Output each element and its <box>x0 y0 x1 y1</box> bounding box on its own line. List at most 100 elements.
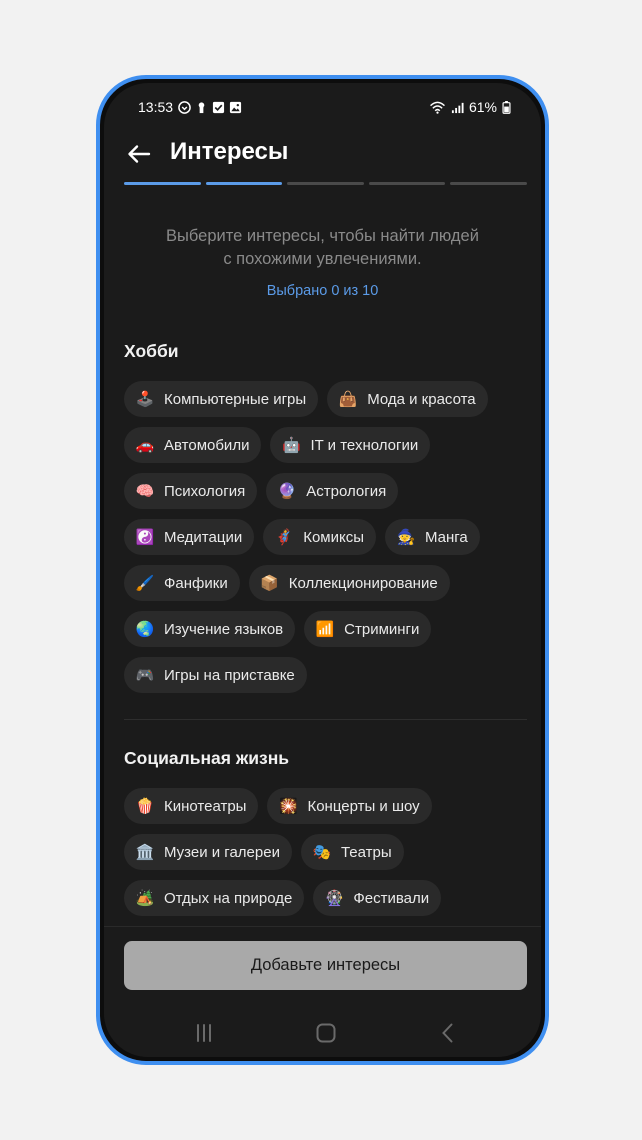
interest-chip[interactable]: 🖌️ Фанфики <box>124 565 240 601</box>
vpn-icon <box>178 100 191 114</box>
crystal-ball-icon: 🔮 <box>277 482 297 500</box>
interest-chip-label: Изучение языков <box>164 620 284 638</box>
back-nav-icon[interactable] <box>436 1021 460 1045</box>
battery-percent: 61% <box>468 99 497 115</box>
interest-chip[interactable]: 🏛️ Музеи и галереи <box>124 834 292 870</box>
popcorn-icon: 🍿 <box>135 797 155 815</box>
interest-chip[interactable]: 🎇 Концерты и шоу <box>267 788 432 824</box>
app-screen: 13:53 61% Интересы Выберите интересы, чт… <box>104 83 541 1057</box>
interest-chip-label: Астрология <box>306 482 387 500</box>
top-bar: Интересы <box>104 133 541 173</box>
interest-chip[interactable]: 🚗 Автомобили <box>124 427 262 463</box>
interest-chip[interactable]: 🎮 Игры на приставке <box>124 657 307 693</box>
page-title: Интересы <box>170 138 289 165</box>
interest-chip[interactable]: 🔮 Астрология <box>266 473 399 509</box>
interest-chip[interactable]: ☯️ Медитации <box>124 519 255 555</box>
interest-chip[interactable]: 🤖 IT и технологии <box>270 427 431 463</box>
globe-icon: 🌏 <box>135 620 155 638</box>
keyhole-icon <box>198 101 205 113</box>
interest-chip-label: Психология <box>164 482 246 500</box>
add-interests-button[interactable]: Добавьте интересы <box>124 941 527 990</box>
interest-chip-label: Коллекционирование <box>288 574 438 592</box>
ferris-wheel-icon: 🎡 <box>324 889 344 907</box>
signal-icon <box>451 102 464 113</box>
handbag-icon: 👜 <box>338 390 358 408</box>
section-title: Социальная жизнь <box>124 748 290 768</box>
progress-segment <box>368 182 446 185</box>
status-time: 13:53 <box>138 99 174 115</box>
system-navigation-bar <box>104 1019 541 1049</box>
interest-chip-label: Отдых на природе <box>164 889 293 907</box>
box-icon: 📦 <box>260 574 280 592</box>
interest-chip-label: Фанфики <box>164 574 228 592</box>
interest-chip[interactable]: 🎡 Фестивали <box>313 880 442 916</box>
interest-chip-label: Компьютерные игры <box>164 390 307 408</box>
wifi-icon <box>429 101 445 114</box>
interest-chip[interactable]: 📶 Стриминги <box>304 611 432 647</box>
interest-chip[interactable]: 🌏 Изучение языков <box>124 611 296 647</box>
battery-icon <box>502 100 511 114</box>
interest-chip[interactable]: 🍿 Кинотеатры <box>124 788 259 824</box>
brain-icon: 🧠 <box>135 482 155 500</box>
interest-chip[interactable]: 🦸 Комиксы <box>263 519 376 555</box>
superhero-icon: 🦸 <box>274 528 294 546</box>
interest-chip-label: Концерты и шоу <box>307 797 420 815</box>
interest-chip-label: Медитации <box>164 528 243 546</box>
progress-segment <box>124 182 201 185</box>
step-progress-bar <box>124 182 527 185</box>
image-icon <box>229 101 242 113</box>
car-icon: 🚗 <box>135 436 155 454</box>
joystick-icon: 🕹️ <box>135 390 155 408</box>
theater-masks-icon: 🎭 <box>312 843 332 861</box>
interest-chip-group: 🕹️ Компьютерные игры 👜 Мода и красота 🚗 Автом… <box>124 381 527 693</box>
interest-chip[interactable]: 🏕️ Отдых на природе <box>124 880 305 916</box>
interest-chip-label: Фестивали <box>353 889 430 907</box>
selected-count: Выбрано 0 из 10 <box>266 283 379 299</box>
checkbox-icon <box>212 101 225 113</box>
status-right: 61% <box>429 99 511 115</box>
interest-chip-label: Манга <box>425 528 468 546</box>
status-left: 13:53 <box>138 99 242 115</box>
yin-yang-icon: ☯️ <box>135 528 155 546</box>
interest-chip-label: Игры на приставке <box>164 666 295 684</box>
progress-segment <box>450 182 527 185</box>
robot-icon: 🤖 <box>282 436 301 454</box>
gamepad-icon: 🎮 <box>135 666 155 684</box>
camping-icon: 🏕️ <box>135 889 155 907</box>
status-bar: 13:53 61% <box>104 97 541 117</box>
interest-chip-group: 🍿 Кинотеатры 🎇 Концерты и шоу 🏛️ Музеи и гале… <box>124 788 527 916</box>
interest-chip-label: Комиксы <box>303 528 364 546</box>
interest-chip-label: Кинотеатры <box>164 797 247 815</box>
home-icon[interactable] <box>314 1021 338 1045</box>
status-notification-icons <box>178 100 242 114</box>
phone-frame: 13:53 61% Интересы Выберите интересы, чт… <box>96 75 549 1065</box>
interest-chip-label: Театры <box>340 843 392 861</box>
paintbrush-icon: 🖌️ <box>135 574 155 592</box>
bottom-panel: Добавьте интересы <box>104 926 541 1057</box>
interest-chip[interactable]: 🎭 Театры <box>300 834 404 870</box>
section-divider <box>124 719 527 720</box>
interests-list[interactable]: Хобби 🕹️ Компьютерные игры 👜 Мода и красота 🚗… <box>124 341 527 916</box>
section-title: Хобби <box>124 341 179 361</box>
interest-chip[interactable]: 📦 Коллекционирование <box>248 565 450 601</box>
witch-icon: 🧙 <box>396 528 416 546</box>
recent-apps-icon[interactable] <box>192 1021 216 1045</box>
interest-chip-label: IT и технологии <box>310 436 419 454</box>
progress-segment <box>205 182 283 185</box>
intro-line-1: Выберите интересы, чтобы найти людей <box>166 227 479 245</box>
progress-segment <box>287 182 364 185</box>
museum-icon: 🏛️ <box>135 843 155 861</box>
interest-chip-label: Мода и красота <box>367 390 476 408</box>
interest-chip[interactable]: 🧠 Психология <box>124 473 258 509</box>
interest-chip-label: Музеи и галереи <box>164 843 280 861</box>
interest-chip-label: Стриминги <box>344 620 420 638</box>
fireworks-icon: 🎇 <box>279 797 298 815</box>
interest-chip[interactable]: 🕹️ Компьютерные игры <box>124 381 319 417</box>
back-arrow-icon[interactable] <box>124 139 154 169</box>
interest-chip[interactable]: 🧙 Манга <box>385 519 480 555</box>
interest-chip[interactable]: 👜 Мода и красота <box>327 381 488 417</box>
wifi-signal-icon: 📶 <box>315 620 335 638</box>
intro-line-2: с похожими увлечениями. <box>223 250 422 268</box>
intro-text: Выберите интересы, чтобы найти людей с п… <box>104 225 541 271</box>
interest-chip-label: Автомобили <box>164 436 250 454</box>
